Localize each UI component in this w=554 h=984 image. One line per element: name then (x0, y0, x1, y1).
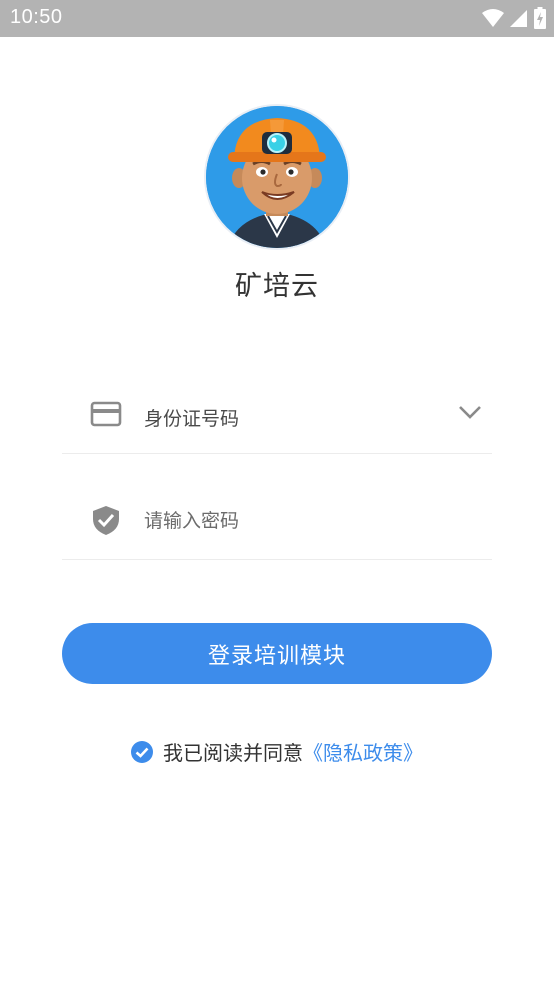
password-field[interactable] (62, 470, 492, 560)
miner-mascot-icon (206, 106, 348, 248)
login-button[interactable]: 登录培训模块 (62, 623, 492, 684)
status-time: 10:50 (10, 6, 63, 28)
privacy-agreement: 我已阅读并同意 《隐私政策》 (0, 737, 554, 766)
chevron-down-icon[interactable] (458, 404, 482, 420)
cellular-signal-icon (510, 10, 527, 27)
password-input[interactable] (144, 510, 444, 532)
wifi-icon (482, 9, 504, 27)
app-logo-avatar (206, 106, 348, 248)
status-icons (482, 7, 546, 29)
agreement-text: 我已阅读并同意 (163, 741, 303, 765)
id-card-icon (90, 401, 122, 427)
id-number-field[interactable]: 身份证号码 (62, 364, 492, 454)
checkmark-circle-icon[interactable] (131, 740, 153, 763)
shield-check-icon (93, 506, 119, 535)
app-name: 矿培云 (235, 271, 319, 302)
status-bar: 10:50 (0, 0, 554, 37)
privacy-policy-link[interactable]: 《隐私政策》 (303, 737, 423, 766)
battery-icon (534, 7, 546, 29)
id-number-label: 身份证号码 (144, 408, 240, 430)
